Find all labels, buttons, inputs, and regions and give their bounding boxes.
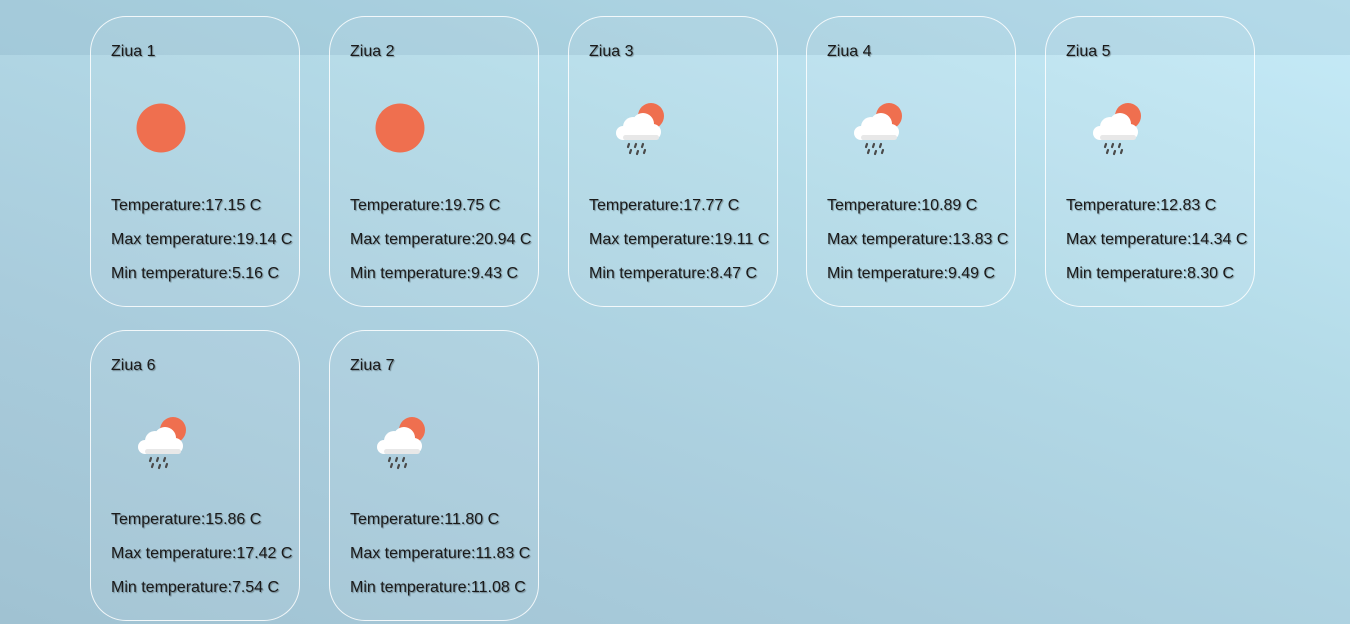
day-title: Ziua 1 bbox=[111, 43, 156, 60]
day-card-6: Ziua 6 Temperature:15.86 C Max temperatu… bbox=[90, 330, 300, 621]
max-temperature-label: Max temperature: bbox=[111, 545, 237, 562]
min-temperature-label: Min temperature: bbox=[350, 579, 471, 596]
max-temperature-row: Max temperature:14.34 C bbox=[1066, 231, 1247, 249]
temperature-value: 19.75 C bbox=[444, 197, 501, 214]
temperature-value: 12.83 C bbox=[1160, 197, 1217, 214]
day-card-3: Ziua 3 Temperature:17.77 C Max temperatu… bbox=[568, 16, 778, 307]
temperature-value: 15.86 C bbox=[205, 511, 262, 528]
temperature-value: 10.89 C bbox=[921, 197, 978, 214]
min-temperature-value: 8.30 C bbox=[1186, 265, 1235, 282]
min-temperature-label: Min temperature: bbox=[1066, 265, 1187, 282]
min-temperature-row: Min temperature:5.16 C bbox=[111, 265, 279, 283]
max-temperature-label: Max temperature: bbox=[1066, 231, 1192, 248]
max-temperature-label: Max temperature: bbox=[589, 231, 715, 248]
max-temperature-label: Max temperature: bbox=[350, 545, 476, 562]
sun-icon bbox=[131, 97, 195, 161]
max-temperature-label: Max temperature: bbox=[111, 231, 237, 248]
sun-cloud-rain-icon bbox=[1086, 97, 1150, 161]
sun-cloud-rain-icon bbox=[131, 411, 195, 475]
day-card-2: Ziua 2 Temperature:19.75 C Max temperatu… bbox=[329, 16, 539, 307]
temperature-row: Temperature:11.80 C bbox=[350, 511, 499, 529]
min-temperature-value: 9.49 C bbox=[947, 265, 996, 282]
max-temperature-value: 11.83 C bbox=[475, 545, 531, 562]
min-temperature-row: Min temperature:7.54 C bbox=[111, 579, 279, 597]
min-temperature-label: Min temperature: bbox=[827, 265, 948, 282]
max-temperature-row: Max temperature:19.11 C bbox=[589, 231, 769, 249]
max-temperature-value: 19.14 C bbox=[236, 231, 293, 248]
min-temperature-label: Min temperature: bbox=[589, 265, 710, 282]
max-temperature-label: Max temperature: bbox=[827, 231, 953, 248]
min-temperature-value: 9.43 C bbox=[470, 265, 519, 282]
min-temperature-value: 11.08 C bbox=[470, 579, 526, 596]
max-temperature-value: 20.94 C bbox=[475, 231, 532, 248]
max-temperature-row: Max temperature:11.83 C bbox=[350, 545, 530, 563]
day-card-7: Ziua 7 Temperature:11.80 C Max temperatu… bbox=[329, 330, 539, 621]
max-temperature-value: 14.34 C bbox=[1191, 231, 1248, 248]
max-temperature-row: Max temperature:19.14 C bbox=[111, 231, 292, 249]
temperature-label: Temperature: bbox=[827, 197, 922, 214]
day-title: Ziua 7 bbox=[350, 357, 395, 374]
temperature-label: Temperature: bbox=[350, 511, 445, 528]
day-title: Ziua 3 bbox=[589, 43, 634, 60]
day-title: Ziua 6 bbox=[111, 357, 156, 374]
day-card-1: Ziua 1 Temperature:17.15 C Max temperatu… bbox=[90, 16, 300, 307]
day-title: Ziua 5 bbox=[1066, 43, 1111, 60]
day-title: Ziua 4 bbox=[827, 43, 872, 60]
temperature-value: 17.77 C bbox=[683, 197, 740, 214]
temperature-value: 11.80 C bbox=[444, 511, 500, 528]
temperature-row: Temperature:17.77 C bbox=[589, 197, 739, 215]
sun-icon bbox=[370, 97, 434, 161]
sun-cloud-rain-icon bbox=[847, 97, 911, 161]
temperature-label: Temperature: bbox=[111, 197, 206, 214]
max-temperature-label: Max temperature: bbox=[350, 231, 476, 248]
temperature-row: Temperature:15.86 C bbox=[111, 511, 261, 529]
temperature-label: Temperature: bbox=[350, 197, 445, 214]
min-temperature-value: 5.16 C bbox=[231, 265, 280, 282]
temperature-label: Temperature: bbox=[111, 511, 206, 528]
max-temperature-value: 19.11 C bbox=[714, 231, 770, 248]
temperature-value: 17.15 C bbox=[205, 197, 262, 214]
min-temperature-row: Min temperature:9.49 C bbox=[827, 265, 995, 283]
max-temperature-value: 17.42 C bbox=[236, 545, 293, 562]
min-temperature-row: Min temperature:9.43 C bbox=[350, 265, 518, 283]
min-temperature-label: Min temperature: bbox=[111, 265, 232, 282]
temperature-row: Temperature:10.89 C bbox=[827, 197, 977, 215]
max-temperature-row: Max temperature:17.42 C bbox=[111, 545, 292, 563]
day-card-5: Ziua 5 Temperature:12.83 C Max temperatu… bbox=[1045, 16, 1255, 307]
min-temperature-row: Min temperature:8.47 C bbox=[589, 265, 757, 283]
min-temperature-value: 7.54 C bbox=[231, 579, 280, 596]
temperature-label: Temperature: bbox=[1066, 197, 1161, 214]
day-title: Ziua 2 bbox=[350, 43, 395, 60]
max-temperature-row: Max temperature:20.94 C bbox=[350, 231, 531, 249]
day-card-4: Ziua 4 Temperature:10.89 C Max temperatu… bbox=[806, 16, 1016, 307]
min-temperature-label: Min temperature: bbox=[350, 265, 471, 282]
min-temperature-value: 8.47 C bbox=[709, 265, 758, 282]
temperature-row: Temperature:17.15 C bbox=[111, 197, 261, 215]
min-temperature-row: Min temperature:8.30 C bbox=[1066, 265, 1234, 283]
temperature-row: Temperature:12.83 C bbox=[1066, 197, 1216, 215]
max-temperature-value: 13.83 C bbox=[952, 231, 1009, 248]
max-temperature-row: Max temperature:13.83 C bbox=[827, 231, 1008, 249]
min-temperature-label: Min temperature: bbox=[111, 579, 232, 596]
sun-cloud-rain-icon bbox=[609, 97, 673, 161]
sun-cloud-rain-icon bbox=[370, 411, 434, 475]
min-temperature-row: Min temperature:11.08 C bbox=[350, 579, 526, 597]
temperature-row: Temperature:19.75 C bbox=[350, 197, 500, 215]
temperature-label: Temperature: bbox=[589, 197, 684, 214]
